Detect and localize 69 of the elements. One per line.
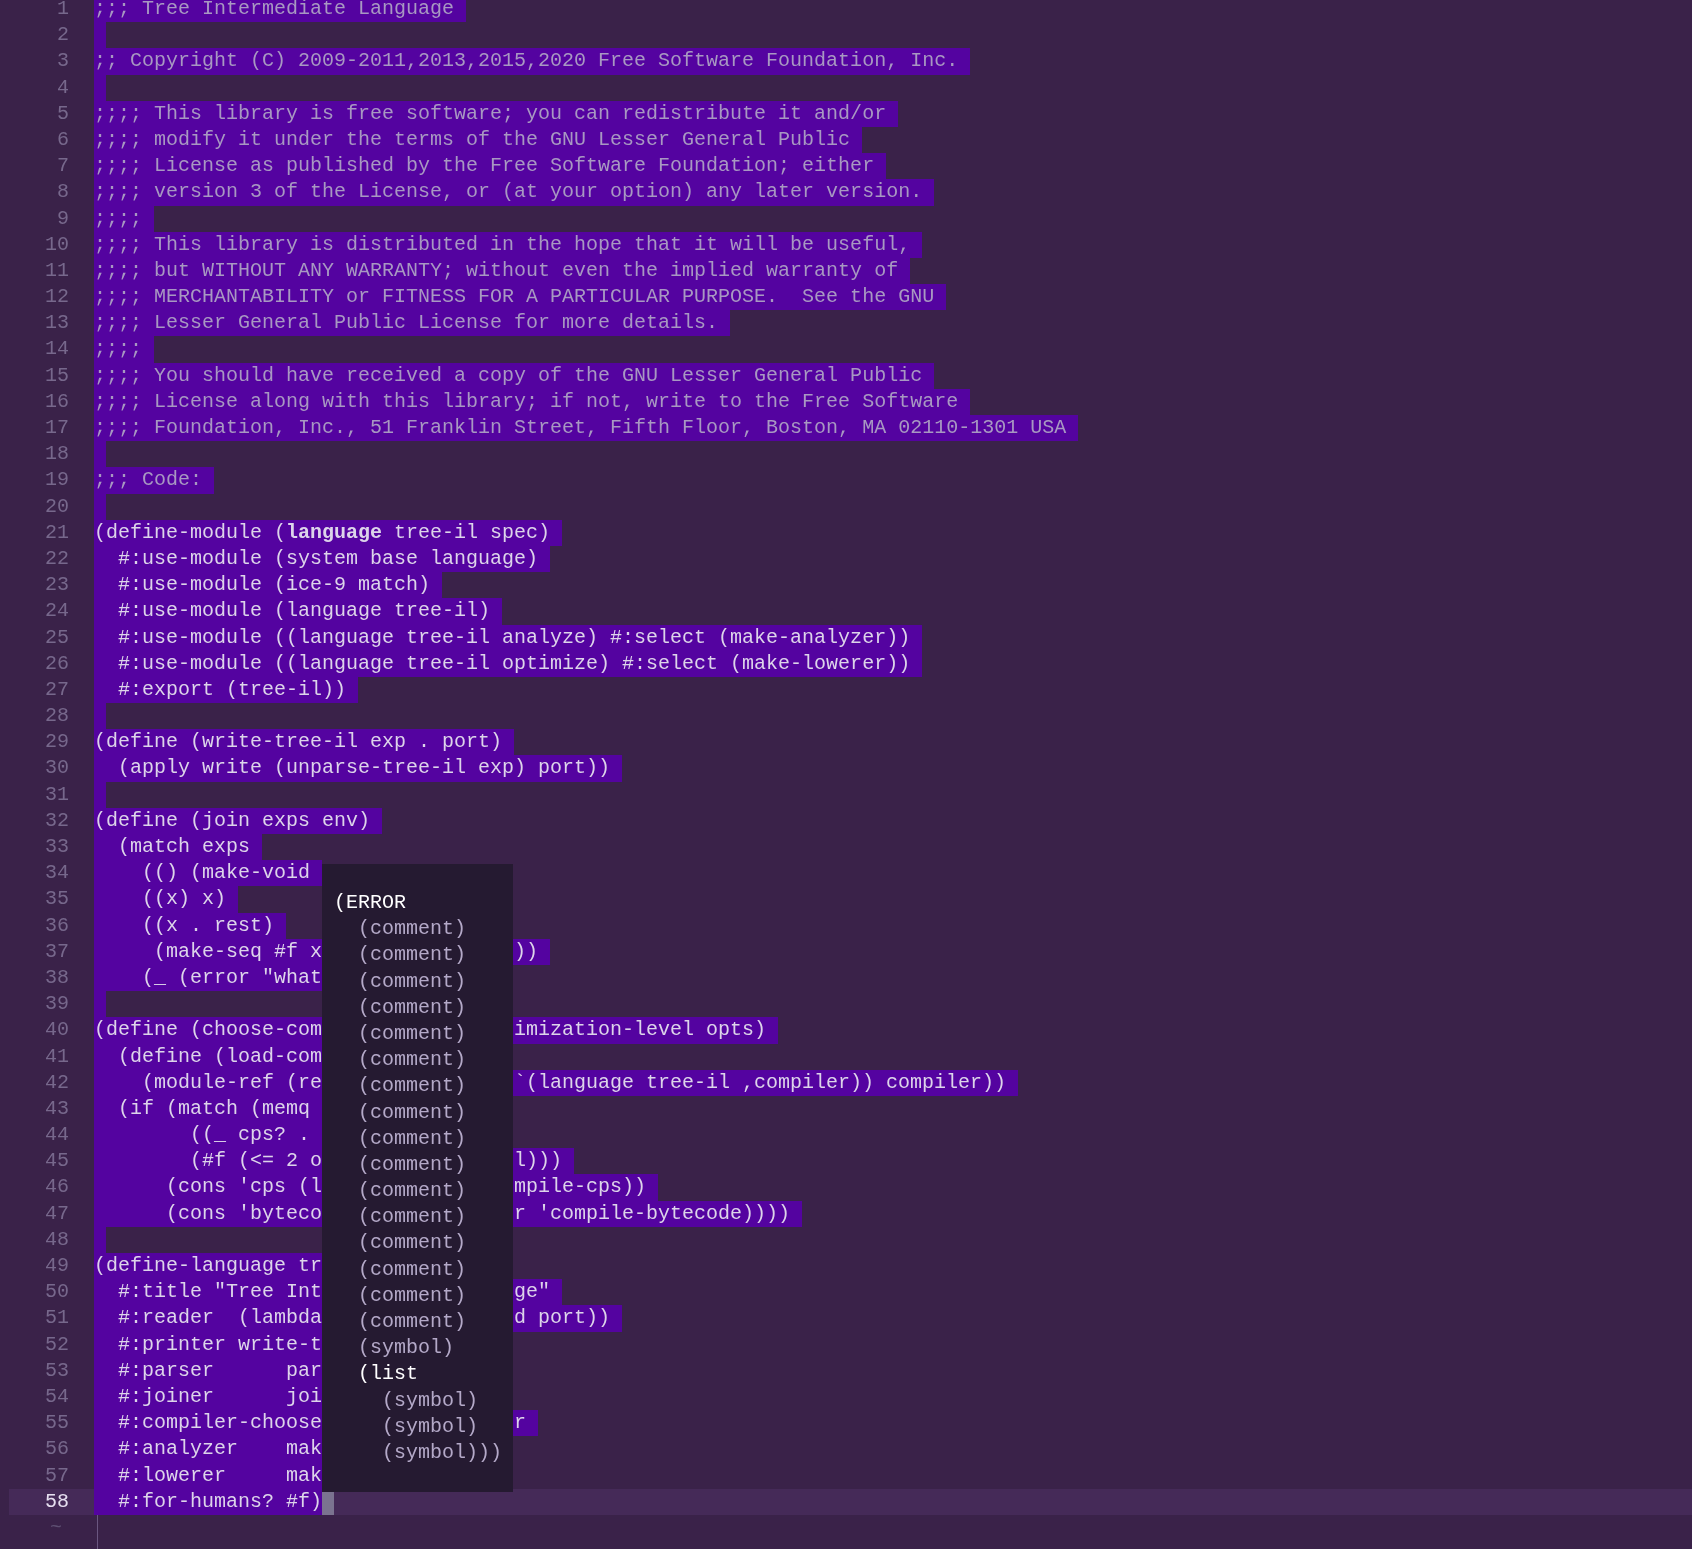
line-number: 35 (44, 886, 70, 913)
line-number: 15 (44, 362, 70, 389)
line-number: 47 (44, 1200, 70, 1227)
line-number: 1 (56, 0, 70, 22)
line-number: 44 (44, 1122, 70, 1149)
line-number: 3 (56, 48, 70, 75)
line-number: 18 (44, 441, 70, 468)
tree-node-label: (list (357, 1361, 418, 1388)
line-number: 36 (44, 912, 70, 939)
tree-node-label: (comment) (357, 1020, 467, 1047)
line-number: 28 (44, 703, 70, 730)
line-number: 27 (44, 676, 70, 703)
line-number: 33 (44, 834, 70, 860)
line-number: 31 (44, 781, 70, 808)
line-number: 34 (44, 860, 70, 887)
line-number: 56 (44, 1436, 70, 1463)
line-number: 29 (44, 729, 70, 756)
line-number: 45 (44, 1148, 70, 1175)
line-number: 22 (44, 545, 70, 572)
line-number: 42 (44, 1069, 70, 1096)
line-number: 9 (56, 205, 70, 232)
tree-node-label: (comment) (357, 968, 467, 995)
line-number: 46 (44, 1174, 70, 1201)
line-number: 52 (44, 1331, 70, 1358)
tree-node-label: (ERROR (334, 890, 406, 916)
line-number: 11 (44, 257, 70, 284)
line-number: 10 (44, 231, 70, 258)
line-number: 20 (44, 493, 70, 520)
line-number: 57 (44, 1462, 70, 1489)
line-number: 30 (44, 755, 70, 782)
line-number: 49 (44, 1253, 70, 1279)
line-number: 48 (44, 1226, 70, 1253)
end-of-file-marker: ~ (49, 1514, 63, 1541)
line-number: 7 (56, 153, 70, 180)
line-number: 12 (44, 284, 70, 311)
line-number: 25 (44, 624, 70, 651)
line-number: 40 (44, 1017, 70, 1044)
tree-node-label: (symbol) (357, 1335, 455, 1362)
line-number: 23 (44, 572, 70, 599)
tree-node-label: (symbol) (381, 1413, 479, 1440)
line-number: 19 (44, 467, 70, 494)
tree-node-label: (comment) (357, 1099, 467, 1126)
line-number: 50 (44, 1279, 70, 1306)
tree-node-label: (symbol))) (381, 1439, 503, 1466)
line-number: 54 (44, 1383, 70, 1410)
line-number: 41 (44, 1043, 70, 1070)
line-number: 39 (44, 991, 70, 1018)
line-number: 37 (44, 938, 70, 965)
line-number: 21 (44, 519, 70, 546)
line-number: 16 (44, 388, 70, 415)
line-number: 51 (44, 1305, 70, 1332)
line-number: 53 (44, 1357, 70, 1384)
line-number: 13 (44, 310, 70, 337)
line-number: 55 (44, 1410, 70, 1437)
line-number: 32 (44, 807, 70, 834)
line-number: 43 (44, 1095, 70, 1122)
line-number: 17 (44, 415, 70, 441)
line-number: 5 (56, 100, 70, 127)
line-number: 14 (44, 336, 70, 363)
line-number: 8 (56, 179, 70, 206)
tree-node-label: (comment) (357, 1230, 467, 1257)
line-number: 2 (56, 22, 70, 49)
tree-node-label: (comment) (357, 1309, 467, 1335)
line-number: 58 (44, 1488, 70, 1515)
line-number: 26 (44, 650, 70, 677)
line-number: 24 (44, 598, 70, 625)
line-number: 38 (44, 964, 70, 991)
line-number: 4 (56, 74, 70, 101)
line-number: 6 (56, 126, 70, 153)
